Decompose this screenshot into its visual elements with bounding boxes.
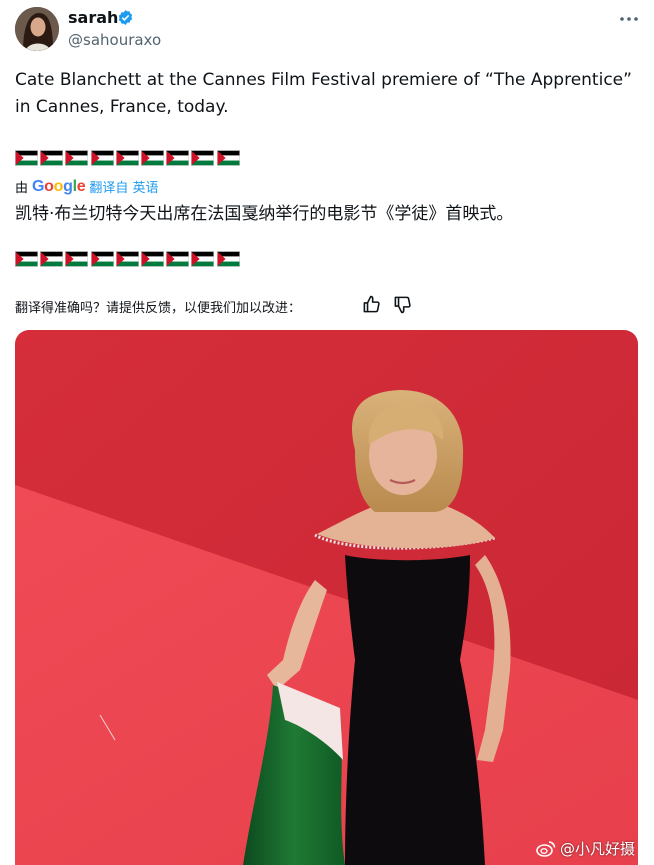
palestine-flag-icon <box>65 251 89 267</box>
palestine-flag-icon <box>115 251 139 267</box>
more-options-icon[interactable] <box>618 8 640 30</box>
translation-attribution: 由 Google 翻译自 英语 <box>15 177 159 197</box>
palestine-flag-icon <box>90 251 114 267</box>
palestine-flag-icon <box>216 150 240 166</box>
thumbs-down-icon[interactable] <box>393 295 412 314</box>
translated-text: 凯特·布兰切特今天出席在法国戛纳举行的电影节《学徒》首映式。 <box>15 204 514 224</box>
weibo-watermark: @小凡好摄 <box>536 838 635 859</box>
translated-from-link[interactable]: 翻译自 英语 <box>89 177 158 196</box>
palestine-flags-row <box>15 150 240 168</box>
palestine-flag-icon <box>140 150 164 166</box>
palestine-flag-icon <box>216 251 240 267</box>
avatar[interactable] <box>15 7 59 51</box>
palestine-flag-icon <box>90 150 114 166</box>
translated-by-label: 由 <box>15 181 29 196</box>
palestine-flag-icon <box>140 251 164 267</box>
palestine-flag-icon <box>166 251 190 267</box>
weibo-icon <box>536 841 556 857</box>
tweet-media-photo[interactable] <box>15 330 638 865</box>
photo-cate-blanchett-red-carpet <box>15 330 638 865</box>
tweet-text: Cate Blanchett at the Cannes Film Festiv… <box>15 70 632 117</box>
palestine-flags-row <box>15 251 240 269</box>
author-display-name[interactable]: sarah <box>68 8 118 27</box>
palestine-flag-icon <box>40 150 64 166</box>
palestine-flag-icon <box>65 150 89 166</box>
palestine-flag-icon <box>166 150 190 166</box>
google-logo: Google <box>32 177 86 195</box>
palestine-flag-icon <box>15 150 38 166</box>
thumbs-up-icon[interactable] <box>362 295 381 314</box>
author-handle[interactable]: @sahouraxo <box>68 31 161 49</box>
palestine-flag-icon <box>191 150 215 166</box>
palestine-flag-icon <box>40 251 64 267</box>
verified-badge-icon <box>118 10 133 25</box>
palestine-flag-icon <box>15 251 38 267</box>
palestine-flag-icon <box>191 251 215 267</box>
translation-feedback-prompt: 翻译得准确吗？请提供反馈，以便我们加以改进： <box>15 301 302 316</box>
watermark-text: @小凡好摄 <box>560 840 636 858</box>
palestine-flag-icon <box>115 150 139 166</box>
